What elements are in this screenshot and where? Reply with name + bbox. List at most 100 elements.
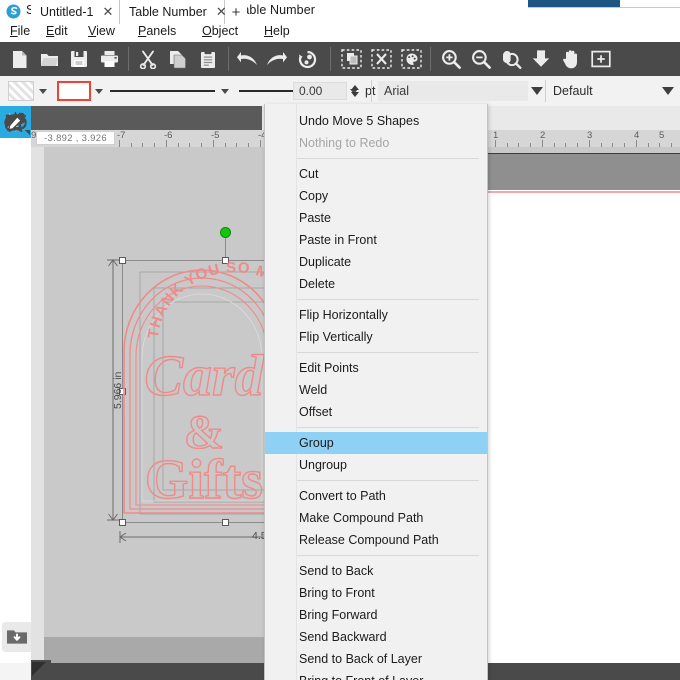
open-folder-icon[interactable] [34, 42, 64, 76]
menu-item-edit-points[interactable]: Edit Points [265, 357, 487, 379]
menu-bar: File Edit View Panels Object Help [0, 22, 680, 42]
menu-item-convert-to-path[interactable]: Convert to Path [265, 485, 487, 507]
menu-item-paste[interactable]: Paste [265, 207, 487, 229]
menu-item-group[interactable]: Group [265, 432, 487, 454]
artwork-line-3: Gifts [145, 449, 263, 511]
page-header-band [484, 154, 680, 190]
ruler-tick-label: 5 [659, 130, 665, 141]
font-family-value[interactable]: Arial [378, 81, 528, 101]
tab-label: Untitled-1 [40, 5, 94, 19]
status-bar-left [0, 663, 31, 680]
vertical-ruler[interactable] [31, 147, 45, 680]
height-dimension-label: 5.966 in [112, 371, 124, 409]
deselect-all-icon[interactable] [366, 42, 396, 76]
close-icon[interactable]: ✕ [94, 4, 122, 20]
tab-untitled-1[interactable]: Untitled-1 ✕ [31, 0, 120, 24]
menu-item-copy[interactable]: Copy [265, 185, 487, 207]
menu-item-make-compound-path[interactable]: Make Compound Path [265, 507, 487, 529]
menu-divider [297, 480, 479, 481]
menu-item-bring-forward[interactable]: Bring Forward [265, 604, 487, 626]
cursor-coordinate-readout: -3.892 , 3.926 [36, 131, 115, 145]
menu-divider [297, 555, 479, 556]
menu-object[interactable]: Object [202, 24, 238, 38]
rotation-handle[interactable] [220, 227, 231, 238]
menu-edit[interactable]: Edit [46, 24, 68, 38]
select-all-icon[interactable] [336, 42, 366, 76]
eyedropper-tool[interactable] [0, 106, 31, 138]
line-style-preview[interactable] [110, 76, 215, 106]
menu-item-paste-in-front[interactable]: Paste in Front [265, 229, 487, 251]
library-folder-download-icon[interactable] [2, 622, 32, 652]
new-tab-button[interactable]: + [225, 0, 247, 24]
menu-item-cut[interactable]: Cut [265, 163, 487, 185]
menu-item-release-compound-path[interactable]: Release Compound Path [265, 529, 487, 551]
cut-scissors-icon[interactable] [133, 42, 163, 76]
font-family-select[interactable]: Arial [378, 76, 528, 106]
tab-table-number[interactable]: Table Number ✕ [120, 0, 227, 24]
page-top-border [484, 153, 680, 154]
menu-help[interactable]: Help [264, 24, 290, 38]
zoom-in-icon[interactable] [436, 42, 466, 76]
fill-dropdown-chevron-down-icon[interactable] [39, 76, 47, 106]
select-by-color-icon[interactable] [396, 42, 426, 76]
font-family-chevron-down-icon[interactable] [531, 76, 543, 106]
menu-panels[interactable]: Panels [138, 24, 176, 38]
menu-view[interactable]: View [88, 24, 115, 38]
copy-icon[interactable] [163, 42, 193, 76]
menu-divider [297, 352, 479, 353]
canvas-corner-triangle-icon [32, 662, 46, 676]
line-weight-input[interactable]: 0.00 pt [293, 76, 375, 106]
refresh-globe-icon[interactable] [292, 42, 322, 76]
menu-item-undo[interactable]: Undo Move 5 Shapes [265, 110, 487, 132]
tool-rail: A [0, 106, 32, 680]
menu-item-send-to-back[interactable]: Send to Back [265, 560, 487, 582]
undo-arrow-icon[interactable] [232, 42, 262, 76]
silhouette-studio-window: Silhouette Studio® Business Edition: Tab… [0, 0, 680, 680]
menu-item-weld[interactable]: Weld [265, 379, 487, 401]
tab-strip-spacer [248, 106, 262, 130]
line-color-chevron-down-icon[interactable] [95, 76, 103, 106]
fit-to-page-icon[interactable] [526, 42, 556, 76]
cut-border-line [484, 191, 680, 193]
toolbar-separator [128, 47, 129, 71]
menu-divider [297, 427, 479, 428]
context-menu[interactable]: Undo Move 5 Shapes Nothing to Redo Cut C… [264, 104, 488, 680]
menu-item-offset[interactable]: Offset [265, 401, 487, 423]
menu-item-redo: Nothing to Redo [299, 136, 390, 150]
menu-item-bring-to-front[interactable]: Bring to Front [265, 582, 487, 604]
paste-clipboard-icon[interactable] [193, 42, 223, 76]
pan-hand-icon[interactable] [556, 42, 586, 76]
font-style-select[interactable]: Default [553, 76, 593, 106]
new-document-icon[interactable] [4, 42, 34, 76]
line-style-chevron-down-icon[interactable] [221, 76, 229, 106]
menu-item-flip-vertically[interactable]: Flip Vertically [265, 326, 487, 348]
zoom-selection-icon[interactable] [586, 42, 616, 76]
menu-file[interactable]: File [10, 24, 30, 38]
menu-item-duplicate[interactable]: Duplicate [265, 251, 487, 273]
line-weight-stepper[interactable] [351, 85, 359, 97]
fill-pattern-swatch[interactable] [8, 76, 34, 106]
zoom-out-icon[interactable] [466, 42, 496, 76]
print-icon[interactable] [94, 42, 124, 76]
line-weight-value[interactable]: 0.00 [293, 82, 347, 100]
menu-item-delete[interactable]: Delete [265, 273, 487, 295]
menu-item-send-backward[interactable]: Send Backward [265, 626, 487, 648]
font-style-value[interactable]: Default [553, 84, 593, 98]
context-menu-items: Undo Move 5 Shapes Nothing to Redo Cut C… [265, 104, 487, 680]
toolbar-separator [430, 47, 431, 71]
background-window-edge [528, 7, 680, 8]
toolbar-separator [545, 80, 546, 102]
font-style-chevron-down-icon[interactable] [662, 76, 674, 106]
toolbar-separator [330, 47, 331, 71]
zoom-region-icon[interactable] [496, 42, 526, 76]
line-color-swatch[interactable] [57, 76, 91, 106]
artwork-line-1: Card [144, 343, 264, 408]
toolbar-separator [228, 47, 229, 71]
save-disk-icon[interactable] [64, 42, 94, 76]
menu-item-bring-to-front-of-layer[interactable]: Bring to Front of Layer [265, 670, 487, 680]
redo-arrow-icon[interactable] [262, 42, 292, 76]
tab-label: Table Number [129, 5, 207, 19]
menu-item-flip-horizontally[interactable]: Flip Horizontally [265, 304, 487, 326]
menu-item-send-to-back-of-layer[interactable]: Send to Back of Layer [265, 648, 487, 670]
menu-item-ungroup[interactable]: Ungroup [265, 454, 487, 476]
